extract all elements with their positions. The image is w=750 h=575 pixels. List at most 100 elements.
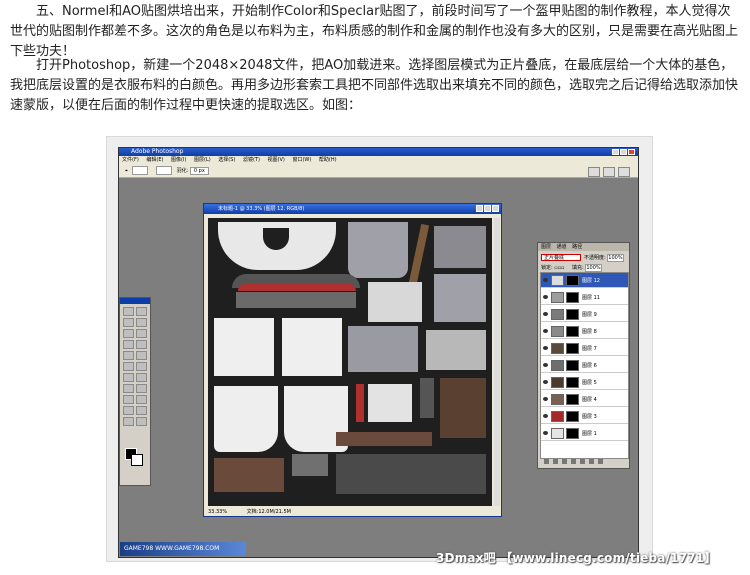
layer-row[interactable]: 图层 9 (541, 307, 628, 322)
eyedropper-tool-icon[interactable] (136, 406, 147, 415)
layer-mask-thumbnail[interactable] (566, 377, 579, 388)
tab-channels[interactable]: 通道 (557, 244, 567, 250)
tab-paths[interactable]: 路径 (572, 244, 582, 250)
layer-style-icon[interactable] (553, 459, 558, 464)
stamp-tool-icon[interactable] (123, 351, 134, 360)
background-color-swatch[interactable] (131, 454, 143, 466)
menu-select[interactable]: 选择(S) (218, 157, 235, 163)
layer-row[interactable]: 图层 6 (541, 358, 628, 373)
visibility-eye-icon[interactable] (543, 363, 548, 367)
adjustment-layer-icon[interactable] (571, 459, 576, 464)
uv-belt-band (236, 292, 356, 308)
menu-image[interactable]: 图像(I) (171, 157, 186, 163)
crop-tool-icon[interactable] (123, 329, 134, 338)
lock-icon[interactable]: ▫▫▫ (554, 265, 564, 271)
selection-mode-add[interactable] (156, 166, 173, 175)
palette-tab-icon[interactable] (618, 167, 630, 177)
link-icon[interactable] (544, 459, 549, 464)
lasso-tool-icon[interactable] (123, 318, 134, 327)
move-tool-icon[interactable] (136, 307, 147, 316)
visibility-eye-icon[interactable] (543, 278, 548, 282)
menu-view[interactable]: 视图(V) (268, 157, 285, 163)
menu-filter[interactable]: 滤镜(T) (243, 157, 260, 163)
new-group-icon[interactable] (580, 459, 585, 464)
layer-row[interactable]: 图层 1 (541, 426, 628, 441)
zoom-level[interactable]: 33.33% (208, 509, 227, 515)
layer-row[interactable]: 图层 4 (541, 392, 628, 407)
layer-row[interactable]: 图层 11 (541, 290, 628, 305)
add-mask-icon[interactable] (562, 459, 567, 464)
palette-tab-icon[interactable] (588, 167, 600, 177)
blend-mode-select[interactable]: 正片叠底 (541, 254, 581, 261)
feather-input[interactable]: 0 px (189, 167, 209, 175)
close-icon[interactable] (628, 149, 635, 155)
selection-mode-new[interactable] (132, 166, 149, 175)
notes-tool-icon[interactable] (123, 406, 134, 415)
layer-row[interactable]: 图层 7 (541, 341, 628, 356)
layer-mask-thumbnail[interactable] (566, 326, 579, 337)
menu-window[interactable]: 窗口(W) (292, 157, 311, 163)
pen-tool-icon[interactable] (123, 395, 134, 404)
healing-tool-icon[interactable] (123, 340, 134, 349)
layer-mask-thumbnail[interactable] (566, 428, 579, 439)
tool-grid (120, 304, 150, 429)
brush-tool-icon[interactable] (136, 340, 147, 349)
layer-thumbnail (551, 309, 564, 320)
tab-layers[interactable]: 图层 (541, 244, 551, 250)
opacity-input[interactable]: 100% (607, 254, 624, 262)
visibility-eye-icon[interactable] (543, 414, 548, 418)
menu-file[interactable]: 文件(F) (122, 157, 139, 163)
path-tool-icon[interactable] (123, 384, 134, 393)
document-scrollbar[interactable] (494, 218, 500, 506)
layer-mask-thumbnail[interactable] (566, 360, 579, 371)
opacity-label: 不透明度: (584, 255, 606, 261)
texture-canvas[interactable] (208, 218, 492, 506)
maximize-icon[interactable] (484, 205, 491, 212)
layer-mask-thumbnail[interactable] (566, 411, 579, 422)
shape-tool-icon[interactable] (136, 395, 147, 404)
blur-tool-icon[interactable] (123, 373, 134, 382)
minimize-icon[interactable] (476, 205, 483, 212)
layer-mask-thumbnail[interactable] (566, 343, 579, 354)
layer-mask-thumbnail[interactable] (566, 275, 579, 286)
layer-row[interactable]: 图层 5 (541, 375, 628, 390)
layer-row[interactable]: 图层 3 (541, 409, 628, 424)
layer-row[interactable]: 图层 12 (541, 273, 628, 288)
visibility-eye-icon[interactable] (543, 397, 548, 401)
visibility-eye-icon[interactable] (543, 431, 548, 435)
app-title-bar: Adobe Photoshop (119, 148, 638, 156)
layer-mask-thumbnail[interactable] (566, 394, 579, 405)
slice-tool-icon[interactable] (136, 329, 147, 338)
close-icon[interactable] (492, 205, 499, 212)
type-tool-icon[interactable] (136, 384, 147, 393)
new-layer-icon[interactable] (589, 459, 594, 464)
visibility-eye-icon[interactable] (543, 329, 548, 333)
hand-tool-icon[interactable] (123, 417, 134, 426)
trash-icon[interactable] (598, 459, 603, 464)
layer-mask-thumbnail[interactable] (566, 292, 579, 303)
layer-mask-thumbnail[interactable] (566, 309, 579, 320)
eraser-tool-icon[interactable] (123, 362, 134, 371)
history-brush-tool-icon[interactable] (136, 351, 147, 360)
fill-input[interactable]: 100% (585, 264, 602, 272)
layer-thumbnail (551, 428, 564, 439)
document-window-controls (476, 205, 499, 212)
palette-tab-icon[interactable] (603, 167, 615, 177)
menu-edit[interactable]: 编辑(E) (146, 157, 163, 163)
layer-thumbnail (551, 360, 564, 371)
zoom-tool-icon[interactable] (136, 417, 147, 426)
visibility-eye-icon[interactable] (543, 346, 548, 350)
visibility-eye-icon[interactable] (543, 380, 548, 384)
visibility-eye-icon[interactable] (543, 312, 548, 316)
magic-wand-tool-icon[interactable] (136, 318, 147, 327)
visibility-eye-icon[interactable] (543, 295, 548, 299)
menu-help[interactable]: 帮助(H) (319, 157, 337, 163)
dodge-tool-icon[interactable] (136, 373, 147, 382)
maximize-icon[interactable] (620, 149, 627, 155)
minimize-icon[interactable] (612, 149, 619, 155)
menu-layer[interactable]: 图层(L) (194, 157, 211, 163)
gradient-tool-icon[interactable] (136, 362, 147, 371)
lasso-tool-icon[interactable]: ⌖ (125, 168, 128, 174)
layer-row[interactable]: 图层 8 (541, 324, 628, 339)
marquee-tool-icon[interactable] (123, 307, 134, 316)
